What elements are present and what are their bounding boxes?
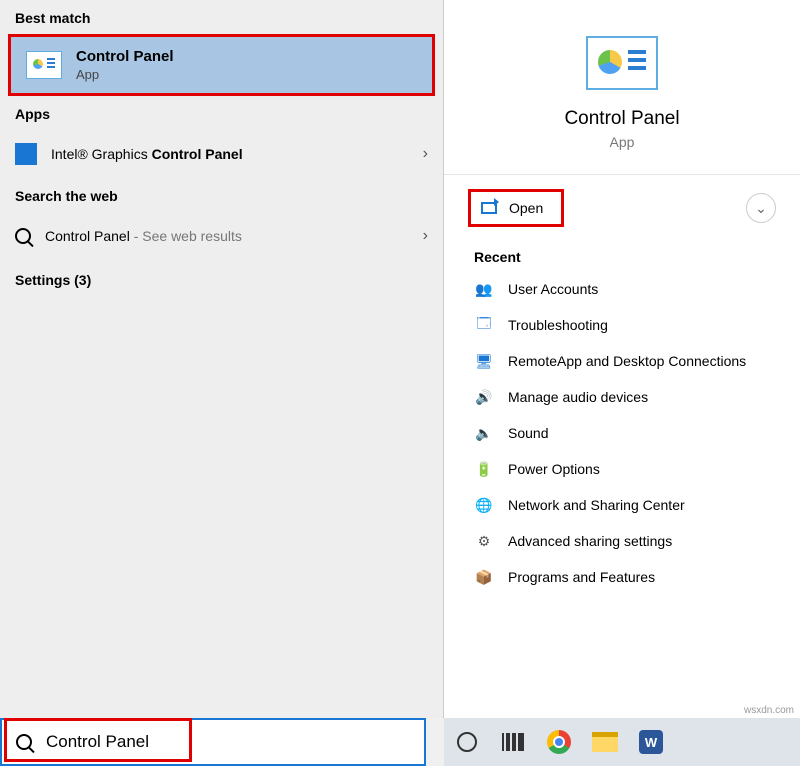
detail-panel: Control Panel App Open ⌄ Recent 👥 User Ac… — [444, 0, 800, 718]
apps-row-prefix: Intel® Graphics — [51, 146, 152, 162]
web-row-title: Control Panel — [45, 228, 130, 244]
web-row-text: Control Panel - See web results — [45, 228, 242, 244]
recent-item-label: Advanced sharing settings — [508, 533, 672, 549]
recent-item-label: Troubleshooting — [508, 317, 608, 333]
recent-item-label: Network and Sharing Center — [508, 497, 685, 513]
recent-item-icon: 🔋 — [474, 459, 494, 479]
detail-header: Control Panel App — [444, 0, 800, 175]
search-bar[interactable] — [0, 718, 426, 766]
apps-row-text: Intel® Graphics Control Panel — [51, 146, 243, 162]
recent-item[interactable]: 🔈 Sound — [464, 415, 780, 451]
recent-item-icon: ⚙ — [474, 531, 494, 551]
recent-item[interactable]: 🔊 Manage audio devices — [464, 379, 780, 415]
recent-item-label: RemoteApp and Desktop Connections — [508, 353, 746, 369]
recent-item[interactable]: 📦 Programs and Features — [464, 559, 780, 595]
recent-item[interactable]: 🖥 RemoteApp and Desktop Connections — [464, 343, 780, 379]
recent-item[interactable]: 🔋 Power Options — [464, 451, 780, 487]
detail-title: Control Panel — [444, 108, 800, 130]
recent-item-icon: 🔊 — [474, 387, 494, 407]
recent-list: 👥 User Accounts 🗔 Troubleshooting 🖥 RemoteApp… — [444, 271, 800, 595]
expand-button[interactable]: ⌄ — [746, 193, 776, 223]
search-icon — [16, 734, 32, 750]
chevron-down-icon: ⌄ — [755, 200, 767, 217]
recent-item[interactable]: 🗔 Troubleshooting — [464, 307, 780, 343]
recent-label: Recent — [444, 241, 800, 271]
recent-item-label: Sound — [508, 425, 548, 441]
recent-item[interactable]: 👥 User Accounts — [464, 271, 780, 307]
control-panel-large-icon — [586, 36, 658, 90]
taskbar: W — [444, 718, 800, 766]
chevron-right-icon[interactable]: › — [423, 227, 428, 245]
best-match-result[interactable]: Control Panel App — [8, 34, 435, 96]
recent-item-icon: 🖥 — [474, 351, 494, 371]
recent-item-label: User Accounts — [508, 281, 598, 297]
detail-sub: App — [444, 134, 800, 150]
web-row-sub: - See web results — [130, 228, 242, 244]
chrome-button[interactable] — [544, 727, 574, 757]
watermark: wsxdn.com — [744, 705, 794, 716]
results-panel: Best match Control Panel App Apps Intel®… — [0, 0, 444, 718]
best-match-sub: App — [76, 67, 174, 82]
apps-label: Apps — [0, 96, 443, 130]
open-label: Open — [509, 200, 543, 216]
intel-graphics-icon — [15, 143, 37, 165]
apps-row-bold: Control Panel — [152, 146, 243, 162]
control-panel-glyph — [32, 56, 56, 74]
web-result-row[interactable]: Control Panel - See web results › — [0, 212, 443, 260]
chevron-right-icon[interactable]: › — [423, 145, 428, 163]
cortana-button[interactable] — [452, 727, 482, 757]
actions-row: Open ⌄ — [444, 175, 800, 241]
folder-icon — [592, 732, 618, 752]
search-web-label: Search the web — [0, 178, 443, 212]
apps-result-intel-graphics[interactable]: Intel® Graphics Control Panel › — [0, 130, 443, 178]
recent-item[interactable]: 🌐 Network and Sharing Center — [464, 487, 780, 523]
word-icon: W — [639, 730, 663, 754]
settings-group[interactable]: Settings (3) — [0, 260, 443, 300]
best-match-text: Control Panel App — [76, 48, 174, 82]
recent-item-icon: 🔈 — [474, 423, 494, 443]
best-match-label: Best match — [0, 0, 443, 34]
task-view-icon — [502, 733, 524, 751]
chrome-icon — [547, 730, 571, 754]
recent-item-label: Manage audio devices — [508, 389, 648, 405]
recent-item-icon: 📦 — [474, 567, 494, 587]
control-panel-icon — [26, 51, 62, 79]
search-input[interactable] — [46, 732, 410, 752]
task-view-button[interactable] — [498, 727, 528, 757]
recent-item-icon: 🗔 — [474, 315, 494, 335]
open-action[interactable]: Open — [468, 189, 564, 227]
recent-item-label: Programs and Features — [508, 569, 655, 585]
recent-item-label: Power Options — [508, 461, 600, 477]
open-icon — [481, 202, 497, 214]
recent-item-icon: 🌐 — [474, 495, 494, 515]
file-explorer-button[interactable] — [590, 727, 620, 757]
recent-item-icon: 👥 — [474, 279, 494, 299]
best-match-title: Control Panel — [76, 48, 174, 65]
cortana-ring-icon — [457, 732, 477, 752]
recent-item[interactable]: ⚙ Advanced sharing settings — [464, 523, 780, 559]
word-button[interactable]: W — [636, 727, 666, 757]
search-icon — [15, 228, 31, 244]
